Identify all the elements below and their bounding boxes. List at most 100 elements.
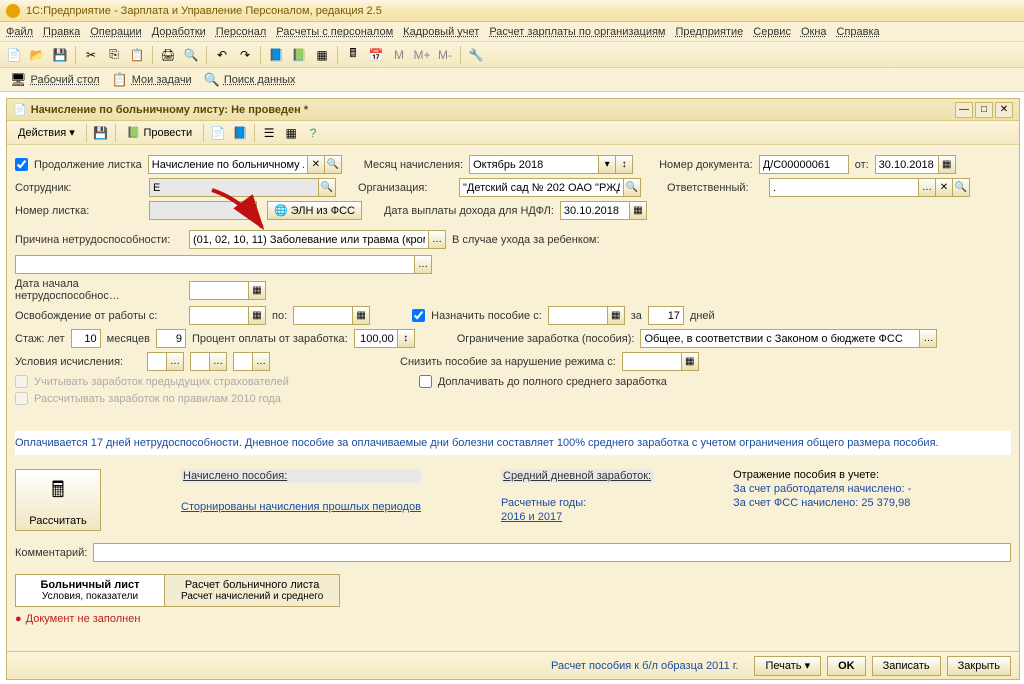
org-lookup-icon[interactable]: 🔍 [623,178,641,197]
tb-open-icon[interactable]: 📂 [27,45,47,65]
calculate-button[interactable]: 🖩 Рассчитать [15,469,101,531]
tb-print-icon[interactable]: 🖨 [158,45,178,65]
menu-personnel[interactable]: Персонал [216,26,267,38]
tb-new-icon[interactable]: 📄 [4,45,24,65]
resp-lookup-icon[interactable]: 🔍 [952,178,970,197]
tb-calc-icon[interactable]: 🖩 [343,45,363,65]
db-help-icon[interactable]: ? [303,123,323,143]
docnum-input[interactable] [759,155,849,174]
limit-more-icon[interactable]: … [919,329,937,348]
employee-input[interactable] [149,178,319,197]
employee-lookup-icon[interactable]: 🔍 [318,178,336,197]
menu-hr[interactable]: Кадровый учет [403,26,479,38]
menu-enterprise[interactable]: Предприятие [675,26,743,38]
from-date-input[interactable] [875,155,939,174]
percent-spinner-icon[interactable]: ↕ [397,329,415,348]
menu-payroll[interactable]: Расчеты с персоналом [276,26,393,38]
minimize-button[interactable]: — [955,102,973,118]
month-input[interactable] [469,155,599,174]
tb-save-icon[interactable]: 💾 [50,45,70,65]
tb-find-icon[interactable]: 🔍 [181,45,201,65]
continuation-lookup-icon[interactable]: 🔍 [324,155,342,174]
assign-date-input[interactable] [548,306,608,325]
stazh-months-input[interactable] [156,329,186,348]
release-to-picker-icon[interactable]: ▦ [352,306,370,325]
comment-input[interactable] [93,543,1011,562]
print-button[interactable]: Печать ▾ [754,656,821,676]
ndfl-date-input[interactable] [560,201,630,220]
assign-date-picker-icon[interactable]: ▦ [607,306,625,325]
tb-ref1-icon[interactable]: 📘 [266,45,286,65]
menu-operations[interactable]: Операции [90,26,141,38]
menu-file[interactable]: Файл [6,26,33,38]
assign-checkbox[interactable] [412,309,425,322]
cond2-input[interactable] [190,352,210,371]
maximize-button[interactable]: □ [975,102,993,118]
cond1-input[interactable] [147,352,167,371]
percent-input[interactable] [354,329,398,348]
ok-button[interactable]: OK [827,656,866,676]
release-to-input[interactable] [293,306,353,325]
stazh-years-input[interactable] [71,329,101,348]
tb-grid-icon[interactable]: ▦ [312,45,332,65]
menu-salary-orgs[interactable]: Расчет зарплаты по организациям [489,26,665,38]
db-doc2-icon[interactable]: 📘 [230,123,250,143]
ndfl-date-picker-icon[interactable]: ▦ [629,201,647,220]
resp-input[interactable] [769,178,919,197]
childcare-input[interactable] [15,255,415,274]
menu-customizations[interactable]: Доработки [152,26,206,38]
tb-m-icon[interactable]: M [389,45,409,65]
tb-paste-icon[interactable]: 📋 [127,45,147,65]
release-from-picker-icon[interactable]: ▦ [248,306,266,325]
tb-mplus-icon[interactable]: M+ [412,45,432,65]
tab-calculation[interactable]: Расчет больничного листа Расчет начислен… [164,574,340,607]
reason-input[interactable] [189,230,429,249]
tb-ref2-icon[interactable]: 📗 [289,45,309,65]
month-dropdown-icon[interactable]: ▾ [598,155,616,174]
db-list-icon[interactable]: ☰ [259,123,279,143]
release-from-input[interactable] [189,306,249,325]
close-window-button[interactable]: ✕ [995,102,1013,118]
close-button[interactable]: Закрыть [947,656,1011,676]
tb-undo-icon[interactable]: ↶ [212,45,232,65]
cond3-more-icon[interactable]: … [252,352,270,371]
desktop-button[interactable]: 🖥Рабочий стол [6,70,104,90]
menu-windows[interactable]: Окна [801,26,827,38]
resp-clear-icon[interactable]: ✕ [935,178,953,197]
save-button[interactable]: Записать [872,656,941,676]
db-structure-icon[interactable]: ▦ [281,123,301,143]
db-save-icon[interactable]: 💾 [91,123,111,143]
post-button[interactable]: 📗Провести [120,123,199,143]
years-link[interactable]: 2016 и 2017 [501,511,653,523]
org-input[interactable] [459,178,624,197]
tb-cut-icon[interactable]: ✂ [81,45,101,65]
my-tasks-button[interactable]: 📋Мои задачи [108,70,196,90]
sheetnum-input[interactable] [149,201,257,220]
actions-dropdown[interactable]: Действия ▾ [11,123,82,143]
tb-redo-icon[interactable]: ↷ [235,45,255,65]
month-spinner-icon[interactable]: ↕ [615,155,633,174]
childcare-more-icon[interactable]: … [414,255,432,274]
eln-fss-button[interactable]: 🌐ЭЛН из ФСС [267,201,362,220]
search-data-button[interactable]: 🔍Поиск данных [200,70,300,90]
resp-more-icon[interactable]: … [918,178,936,197]
cond3-input[interactable] [233,352,253,371]
storno-link[interactable]: Сторнированы начисления прошлых периодов [181,501,421,513]
menu-help[interactable]: Справка [837,26,880,38]
tb-settings-icon[interactable]: 🔧 [466,45,486,65]
db-doc-icon[interactable]: 📄 [208,123,228,143]
continuation-clear-icon[interactable]: ✕ [307,155,325,174]
reason-more-icon[interactable]: … [428,230,446,249]
from-date-picker-icon[interactable]: ▦ [938,155,956,174]
continuation-input[interactable] [148,155,308,174]
cond1-more-icon[interactable]: … [166,352,184,371]
menu-edit[interactable]: Правка [43,26,80,38]
menu-service[interactable]: Сервис [753,26,791,38]
start-date-picker-icon[interactable]: ▦ [248,281,266,300]
reduce-date-input[interactable] [622,352,682,371]
reduce-date-picker-icon[interactable]: ▦ [681,352,699,371]
limit-input[interactable] [640,329,920,348]
tb-mminus-icon[interactable]: M- [435,45,455,65]
tb-cal-icon[interactable]: 📅 [366,45,386,65]
tab-sick-sheet[interactable]: Больничный лист Условия, показатели [15,574,165,607]
